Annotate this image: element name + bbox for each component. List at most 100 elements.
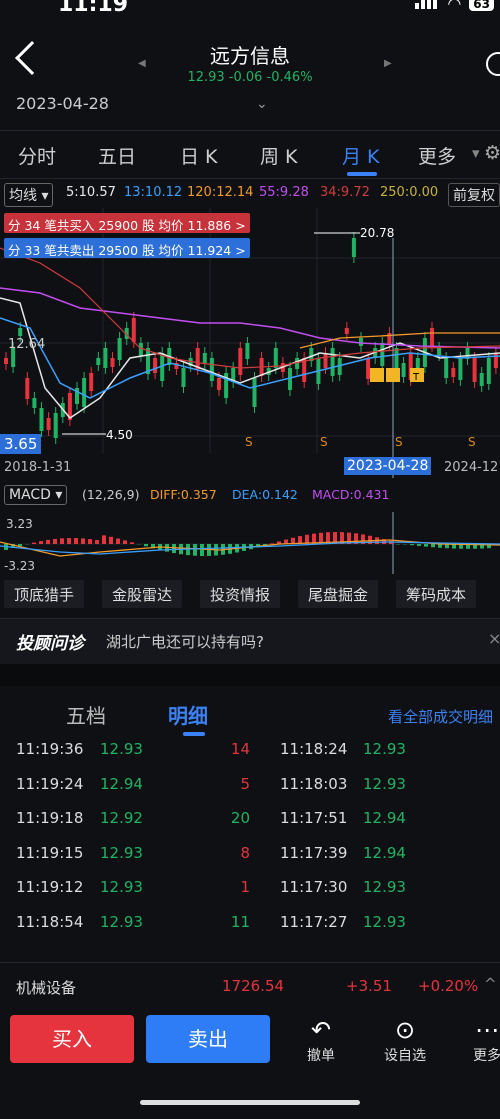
sell-summary-pill[interactable]: 分 33 笔共卖出 29500 股 均价 11.924 >: [4, 238, 250, 258]
sector-pct: +0.20%: [418, 977, 479, 995]
macd-legend-row: MACD ▾ (12,26,9) DIFF:0.357 DEA:0.142 MA…: [0, 485, 500, 507]
tab-five-day[interactable]: 五日: [98, 142, 136, 169]
trade-time: 11:19:15: [16, 843, 84, 862]
macd-y-top: 3.23: [6, 517, 33, 531]
trade-time: 11:19:24: [16, 774, 84, 793]
trade-time: 11:18:03: [280, 774, 348, 793]
header-date: 2023-04-28: [16, 94, 109, 113]
trade-volume: 20: [230, 809, 250, 827]
macd-bar: [46, 539, 50, 544]
trade-price: 12.92: [100, 809, 143, 827]
signal-icon: [415, 0, 439, 13]
divider: [0, 178, 500, 179]
trade-time: 11:19:18: [16, 809, 84, 827]
undo-icon: ↶: [310, 1016, 332, 1044]
watch-label: 设自选: [384, 1048, 426, 1064]
macd-bar: [410, 544, 414, 546]
tab-day-k[interactable]: 日 K: [180, 142, 218, 169]
macd-bar: [32, 542, 36, 544]
expand-chevron-icon[interactable]: ⌄: [256, 96, 268, 112]
battery-icon: 63: [469, 0, 494, 11]
stock-quote: 12.93 -0.06 -0.46%: [187, 70, 313, 85]
cancel-label: 撤单: [307, 1048, 335, 1064]
trade-volume: 11: [230, 912, 250, 931]
ma-legend-row: 均线 ▾ 5:10.57 13:10.12 120:12.14 55:9.28 …: [0, 183, 500, 207]
macd-value: MACD:0.431: [312, 487, 390, 502]
macd-bar: [81, 538, 85, 544]
sell-button[interactable]: 卖出: [146, 1015, 270, 1063]
tab-more[interactable]: 更多: [418, 142, 456, 169]
cancel-order-button[interactable]: ↶ 撤单: [286, 1015, 356, 1065]
trade-price: 12.93: [363, 774, 406, 793]
ma-select-button[interactable]: 均线 ▾: [4, 183, 54, 207]
trade-time: 11:17:27: [280, 912, 348, 931]
macd-bar: [193, 544, 197, 556]
settings-icon[interactable]: ⚙: [484, 142, 500, 164]
macd-params: (12,26,9): [82, 487, 140, 502]
macd-select-button[interactable]: MACD ▾: [4, 485, 68, 505]
macd-y-bottom: -3.23: [4, 559, 35, 573]
sector-name: 机械设备: [16, 979, 77, 997]
macd-bar: [60, 538, 64, 544]
tab-trade-detail[interactable]: 明细: [168, 700, 208, 729]
tool-gold-radar[interactable]: 金股雷达: [102, 580, 183, 608]
low-label: 4.50: [106, 428, 133, 442]
tool-chip-cost[interactable]: 筹码成本: [396, 580, 477, 608]
t-marker: [370, 368, 384, 382]
trade-time: 11:18:54: [16, 912, 84, 931]
svg-text:S: S: [395, 435, 403, 449]
buy-button[interactable]: 买入: [10, 1015, 134, 1063]
trade-price: 12.93: [363, 912, 406, 931]
table-row: 11:19:24 12.94 5 11:18:03 12.93: [0, 775, 500, 809]
advisor-question: 湖北广电还可以持有吗?: [106, 633, 264, 651]
trade-time: 11:17:39: [280, 843, 348, 862]
close-icon[interactable]: ×: [488, 629, 500, 648]
table-row: 11:19:12 12.93 1 11:17:30 12.93: [0, 878, 500, 912]
x-axis-end: 2024-12: [444, 460, 499, 475]
trade-volume: 5: [240, 774, 250, 793]
macd-bar: [74, 538, 78, 544]
stock-name: 远方信息: [210, 44, 290, 68]
sector-value: 1726.54: [222, 977, 285, 995]
home-indicator: [140, 1100, 360, 1105]
tool-investment-intel[interactable]: 投资情报: [200, 580, 281, 608]
more-button[interactable]: ⋯ 更多: [452, 1015, 500, 1065]
macd-bar: [53, 538, 57, 544]
macd-bar: [200, 544, 204, 556]
view-all-link[interactable]: 看全部成交明细: [388, 706, 493, 727]
sector-bar[interactable]: 机械设备 1726.54 +3.51 +0.20% ^: [0, 962, 500, 1012]
adjust-button[interactable]: 前复权: [448, 183, 500, 207]
trade-time: 11:17:51: [280, 809, 348, 827]
x-axis-cursor: 2023-04-28: [344, 457, 432, 475]
macd-bar: [102, 535, 106, 544]
ma250-value: 250:0.00: [380, 185, 439, 200]
macd-bar: [88, 539, 92, 544]
trade-price: 12.93: [100, 843, 143, 862]
tool-bottom-hunter[interactable]: 顶底猎手: [4, 580, 85, 608]
tool-closing-mining[interactable]: 尾盘掘金: [298, 580, 379, 608]
tab-order-book[interactable]: 五档: [66, 700, 106, 729]
more-caret-icon[interactable]: ▾: [472, 144, 480, 162]
add-watchlist-button[interactable]: ⊙ 设自选: [370, 1015, 440, 1065]
trade-volume: 8: [240, 843, 250, 862]
prev-stock-icon[interactable]: ◀: [138, 58, 146, 69]
ma55-value: 55:9.28: [259, 185, 309, 200]
trade-volume: 14: [230, 740, 250, 758]
tab-intraday[interactable]: 分时: [18, 142, 56, 169]
macd-bar: [270, 543, 274, 544]
tab-week-k[interactable]: 周 K: [260, 142, 298, 169]
macd-diff: DIFF:0.357: [150, 487, 217, 502]
next-stock-icon[interactable]: ▶: [384, 58, 392, 69]
tab-month-k[interactable]: 月 K: [342, 142, 380, 169]
macd-bar: [144, 544, 148, 547]
macd-dea: DEA:0.142: [232, 487, 298, 502]
chevron-up-icon[interactable]: ^: [484, 975, 497, 993]
trade-price: 12.93: [100, 740, 143, 758]
advisor-banner[interactable]: 投顾问诊 湖北广电还可以持有吗? ×: [0, 618, 500, 664]
detail-tab-underline: [183, 732, 205, 736]
wifi-icon: ◠: [447, 0, 462, 13]
table-row: 11:19:36 12.93 14 11:18:24 12.93: [0, 740, 500, 774]
macd-chart[interactable]: 3.23 -3.23: [0, 512, 500, 574]
buy-summary-pill[interactable]: 分 34 笔共买入 25900 股 均价 11.886 >: [4, 213, 250, 233]
s-marker: S: [245, 435, 253, 449]
